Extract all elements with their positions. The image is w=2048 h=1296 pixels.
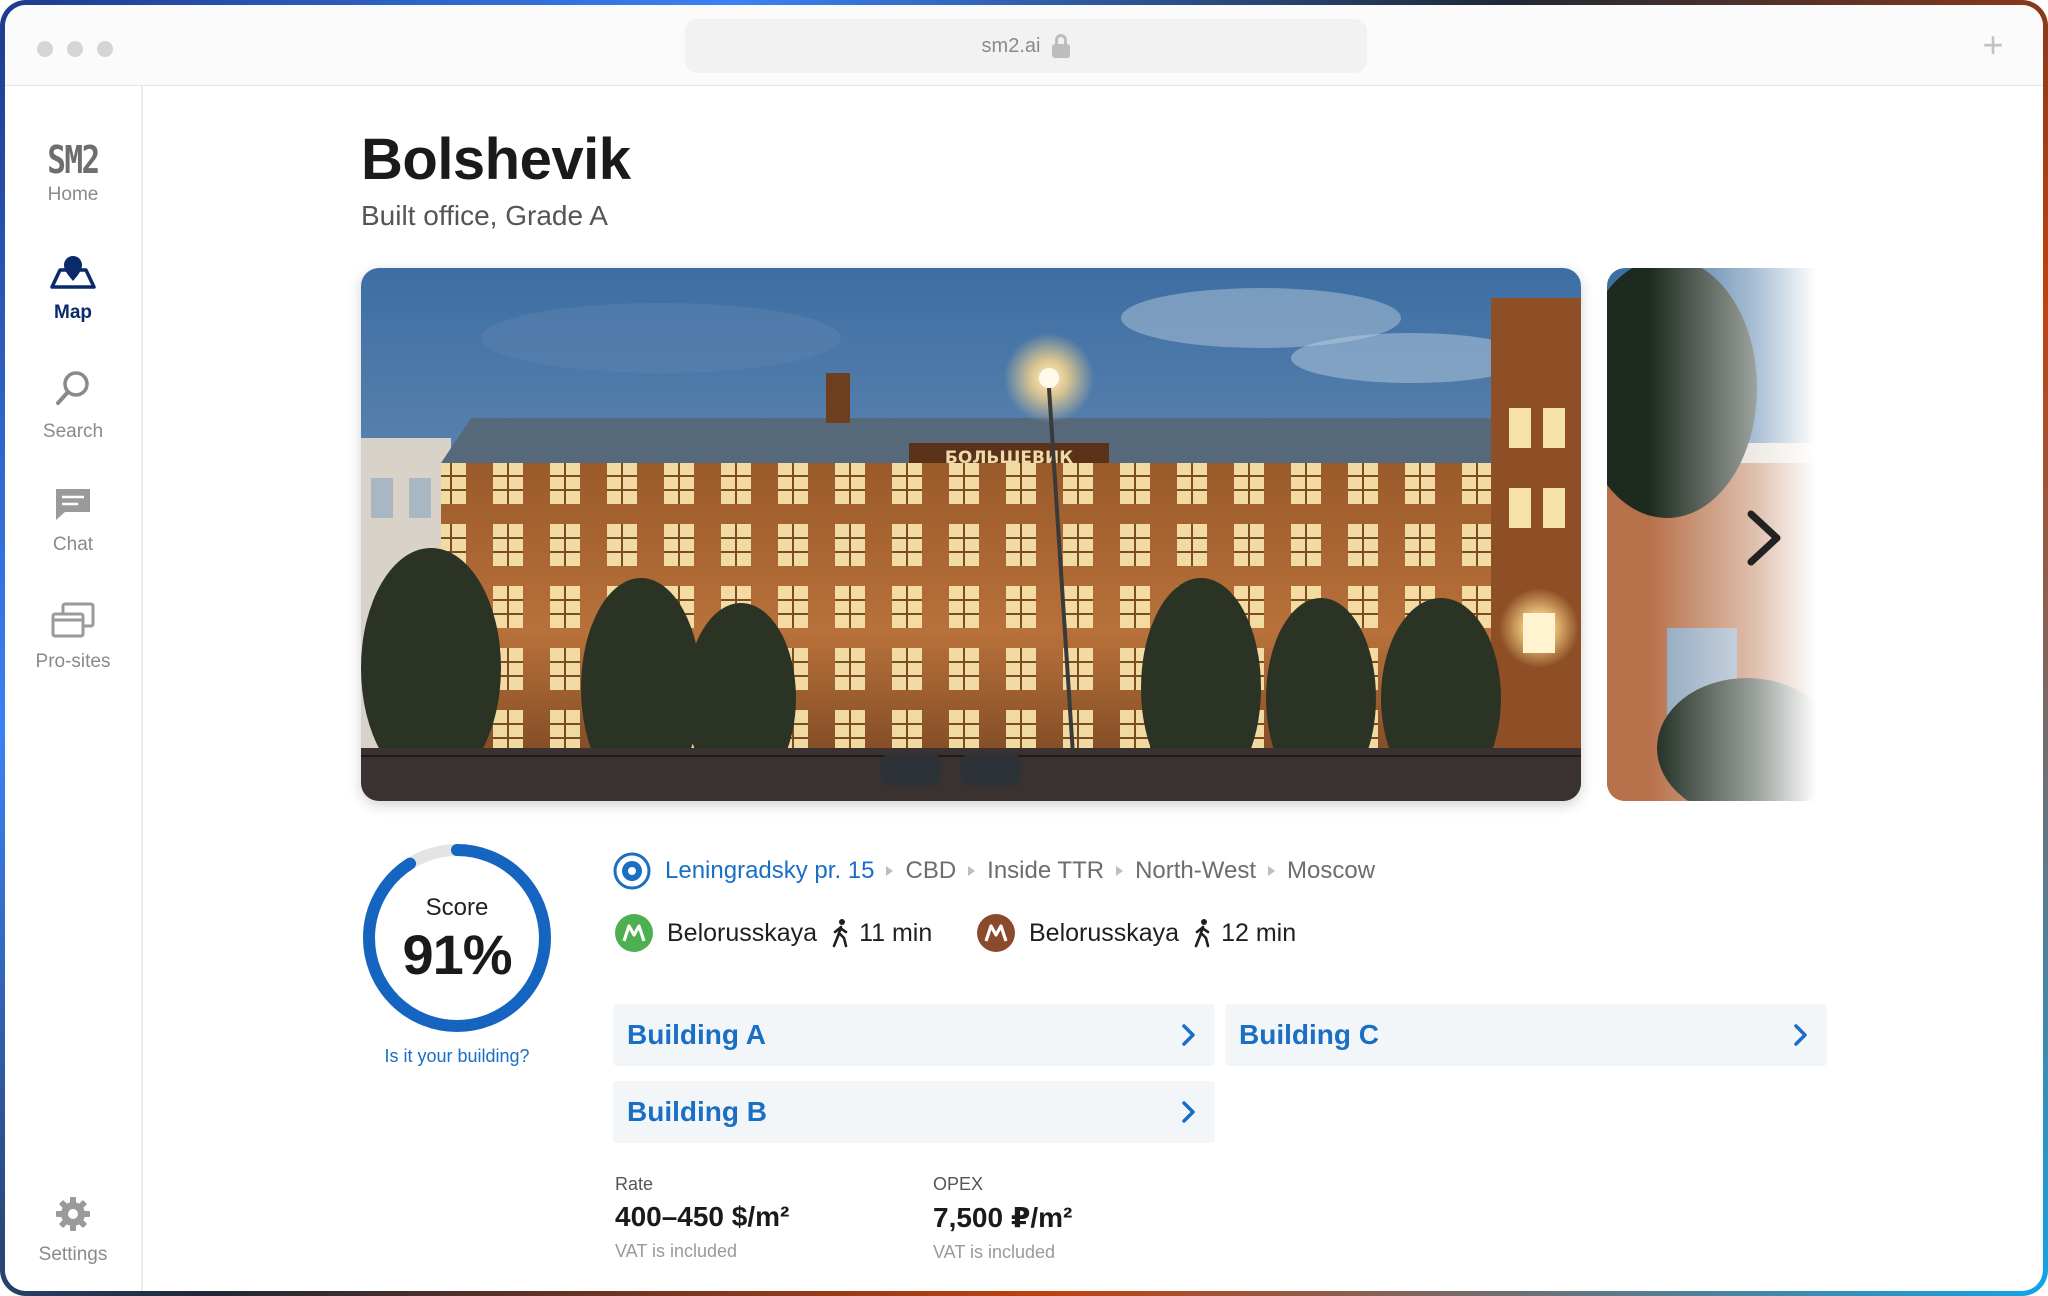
- breadcrumb-city[interactable]: Moscow: [1287, 857, 1375, 885]
- lock-icon: [1052, 34, 1071, 58]
- metro-line-icon: [615, 914, 653, 952]
- sidebar: SM2 Home Map Search Chat Pro-sites Setti…: [5, 86, 143, 1291]
- new-tab-button[interactable]: +: [1973, 25, 2013, 65]
- score-label: Score: [425, 894, 489, 921]
- pro-sites-icon: [51, 602, 95, 638]
- opex-value: 7,500 ₽/m²: [933, 1202, 1073, 1233]
- sm2-logo-icon: SM2: [47, 138, 100, 182]
- location-target-icon: [613, 852, 651, 890]
- sidebar-item-label: Settings: [38, 1244, 108, 1265]
- browser-titlebar: sm2.ai +: [5, 5, 2043, 86]
- chevron-right-icon: [1794, 1024, 1807, 1046]
- gear-icon: [56, 1197, 90, 1231]
- search-icon: [56, 371, 89, 405]
- chevron-right-icon: [1182, 1101, 1195, 1123]
- sidebar-item-label: Map: [54, 302, 92, 323]
- chat-icon: [56, 489, 90, 520]
- rate-label: Rate: [615, 1174, 654, 1194]
- property-page: Bolshevik Built office, Grade A БОЛЬШЕВИ…: [361, 86, 2043, 1291]
- sidebar-item-pro-sites[interactable]: Pro-sites: [5, 601, 141, 673]
- breadcrumb-separator-icon: [886, 866, 894, 876]
- score-value: 91%: [402, 923, 512, 986]
- window-controls: [37, 41, 113, 57]
- page-title: Bolshevik: [361, 127, 631, 192]
- address-bar[interactable]: sm2.ai: [685, 19, 1367, 73]
- building-b-button[interactable]: Building B: [613, 1081, 1215, 1143]
- chevron-right-icon[interactable]: [1739, 506, 1789, 570]
- opex-note: VAT is included: [933, 1242, 1056, 1262]
- sidebar-item-map[interactable]: Map: [5, 254, 141, 324]
- sidebar-item-home[interactable]: SM2 Home: [5, 138, 141, 206]
- breadcrumb-district[interactable]: CBD: [905, 857, 956, 885]
- metro-walk-time: 12 min: [1221, 918, 1297, 947]
- building-label: Building C: [1239, 1019, 1379, 1050]
- address-street-link[interactable]: Leningradsky pr. 15: [665, 857, 874, 885]
- sidebar-item-chat[interactable]: Chat: [5, 486, 141, 556]
- walking-icon: [1194, 919, 1210, 948]
- chevron-right-icon: [1182, 1024, 1195, 1046]
- close-window-button[interactable]: [37, 41, 53, 57]
- sidebar-item-label: Chat: [52, 534, 94, 555]
- breadcrumb-separator-icon: [1268, 866, 1276, 876]
- address-breadcrumb: Leningradsky pr. 15 CBD Inside TTR North…: [613, 852, 1375, 890]
- rate-value: 400–450 $/m²: [615, 1201, 790, 1232]
- metro-station-name: Belorusskaya: [667, 918, 818, 947]
- sidebar-item-settings[interactable]: Settings: [5, 1196, 141, 1266]
- breadcrumb-zone[interactable]: Inside TTR: [987, 857, 1104, 885]
- building-label: Building B: [627, 1096, 767, 1127]
- sidebar-item-label: Search: [42, 421, 104, 442]
- breadcrumb-separator-icon: [1116, 866, 1124, 876]
- opex-block: OPEX 7,500 ₽/m² VAT is included: [933, 1174, 1072, 1263]
- map-pin-icon: [50, 256, 96, 289]
- building-a-button[interactable]: Building A: [613, 1004, 1215, 1066]
- building-c-button[interactable]: Building C: [1225, 1004, 1827, 1066]
- claim-building-link[interactable]: Is it your building?: [357, 1046, 557, 1067]
- metro-walk-time: 11 min: [859, 918, 933, 947]
- sidebar-item-search[interactable]: Search: [5, 369, 141, 443]
- metro-line-icon: [977, 914, 1015, 952]
- rate-note: VAT is included: [615, 1241, 738, 1261]
- minimize-window-button[interactable]: [67, 41, 83, 57]
- metro-station-2: Belorusskaya 12 min: [977, 914, 1296, 952]
- sidebar-item-label: Home: [47, 184, 99, 205]
- opex-label: OPEX: [933, 1174, 984, 1194]
- rate-block: Rate 400–450 $/m² VAT is included: [615, 1174, 789, 1262]
- breadcrumb-area[interactable]: North-West: [1135, 857, 1256, 885]
- walking-icon: [832, 919, 848, 948]
- url-text: sm2.ai: [981, 34, 1041, 57]
- breadcrumb-separator-icon: [968, 866, 976, 876]
- property-photo[interactable]: БОЛЬШЕВИК: [361, 268, 1581, 801]
- zoom-window-button[interactable]: [97, 41, 113, 57]
- browser-window: sm2.ai + SM2 Home Map Search Chat Pro-si…: [0, 0, 2048, 1296]
- metro-station-1: Belorusskaya 11 min: [615, 914, 932, 952]
- building-label: Building A: [627, 1019, 766, 1050]
- metro-station-name: Belorusskaya: [1029, 918, 1180, 947]
- building-photo-image: БОЛЬШЕВИК: [361, 268, 1581, 801]
- page-subtitle: Built office, Grade A: [361, 200, 608, 231]
- sidebar-item-label: Pro-sites: [35, 651, 111, 672]
